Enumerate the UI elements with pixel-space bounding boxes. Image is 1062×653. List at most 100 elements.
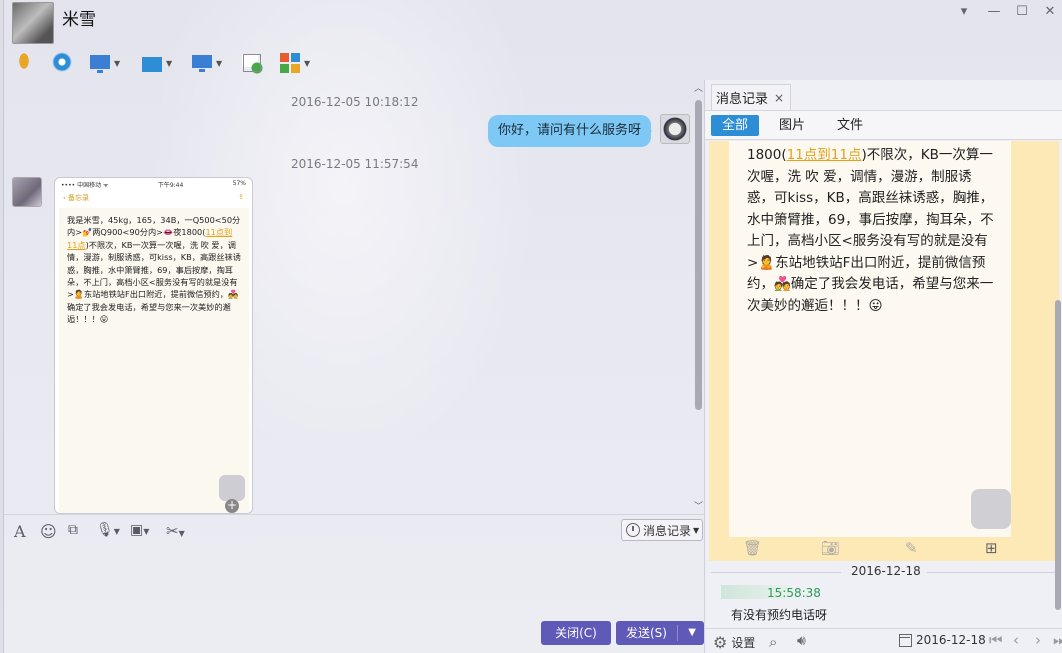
chevron-down-icon[interactable]: ▼ bbox=[304, 59, 310, 68]
notes-body: 我是米雪，45kg，165，34B，一Q500<50分内>💅两Q900<90分内… bbox=[59, 208, 249, 513]
battery-text: 57% bbox=[232, 180, 246, 187]
new-note-icon: ⊞ bbox=[985, 539, 998, 557]
next-page-icon[interactable]: › bbox=[1035, 631, 1041, 649]
minimize-button[interactable]: — bbox=[984, 4, 1004, 20]
emoji-icon[interactable]: ☺ bbox=[40, 522, 57, 541]
send-button-label: 发送(S) bbox=[626, 626, 667, 640]
title-bar: 米雪 ▾ — ☐ ✕ bbox=[4, 0, 1062, 48]
contact-avatar-small[interactable] bbox=[12, 177, 42, 207]
history-panel: 消息记录 × 全部 图片 文件 1800(11点到11点)不限次，KB一次算一次… bbox=[704, 80, 1062, 653]
assistive-touch-icon bbox=[971, 489, 1011, 529]
message-history-button[interactable]: 消息记录 ▼ bbox=[621, 519, 703, 541]
gear-icon: ⚙ bbox=[713, 633, 728, 652]
history-bottom-bar: ⚙ 设置 ⌕ 🔊︎ 2016-12-18 ⏮ ‹ › ⏭ bbox=[705, 628, 1062, 653]
history-filter-bar: 全部 图片 文件 bbox=[705, 110, 1062, 140]
tab-close-icon[interactable]: × bbox=[774, 91, 784, 105]
notes-screenshot: 1800(11点到11点)不限次，KB一次算一次喔，洗 吹 爱，调情，漫游，制服… bbox=[729, 141, 1011, 537]
divider bbox=[927, 572, 1057, 573]
font-icon[interactable]: A bbox=[14, 522, 26, 541]
close-button[interactable]: 关闭(C) bbox=[541, 621, 611, 645]
notes-nav-bar: ‹ 备忘录 ⇪ bbox=[55, 190, 252, 206]
filter-images[interactable]: 图片 bbox=[768, 115, 816, 136]
history-scrollbar-thumb[interactable] bbox=[1055, 300, 1061, 610]
message-area: 2016-12-05 10:18:12 你好，请问有什么服务呀 2016-12-… bbox=[4, 80, 704, 514]
first-page-icon[interactable]: ⏮ bbox=[989, 631, 1003, 649]
contact-avatar[interactable] bbox=[12, 2, 54, 44]
apps-button[interactable]: ▼ bbox=[278, 50, 310, 76]
screen-share-button[interactable]: ▼ bbox=[88, 50, 120, 76]
image-icon[interactable]: ▣▼ bbox=[130, 522, 149, 538]
history-image-preview[interactable]: 1800(11点到11点)不限次，KB一次算一次喔，洗 吹 爱，调情，漫游，制服… bbox=[709, 141, 1059, 561]
maximize-button[interactable]: ☐ bbox=[1012, 4, 1032, 20]
send-options-chevron-icon[interactable]: ▼ bbox=[688, 621, 696, 645]
notes-toolbar: 🗑︎ 📷︎ ✎ ⊞ bbox=[729, 537, 1011, 561]
chevron-down-icon[interactable]: ▼ bbox=[216, 59, 222, 68]
pen-icon: ✎ bbox=[905, 539, 918, 557]
notes-text: 我是米雪，45kg，165，34B，一Q500<50分内>💅两Q900<90分内… bbox=[67, 215, 241, 325]
phone-time: 下午9:44 bbox=[157, 182, 184, 189]
calendar-icon bbox=[899, 633, 912, 647]
scroll-up-icon[interactable]: ︿ bbox=[694, 84, 704, 94]
video-call-button[interactable] bbox=[50, 50, 74, 76]
date-picker-value: 2016-12-18 bbox=[916, 633, 986, 647]
phone-status-bar: •••• 中国移动 ᯤ 下午9:44 57% bbox=[55, 178, 252, 190]
message-history-label: 消息记录 bbox=[643, 523, 692, 538]
new-chat-button[interactable] bbox=[240, 50, 264, 76]
incoming-image-message[interactable]: •••• 中国移动 ᯤ 下午9:44 57% ‹ 备忘录 ⇪ 我是米雪，45kg… bbox=[54, 177, 253, 514]
trash-icon: 🗑︎ bbox=[743, 539, 763, 557]
chevron-down-icon: ▼ bbox=[693, 525, 700, 535]
contact-name[interactable]: 米雪 bbox=[62, 5, 96, 30]
tab-message-history[interactable]: 消息记录 × bbox=[711, 84, 792, 110]
search-icon[interactable]: ⌕ bbox=[769, 633, 777, 651]
date-picker[interactable]: 2016-12-18 bbox=[899, 633, 986, 647]
screenshot-frame-icon[interactable]: ⧉ bbox=[68, 522, 78, 538]
last-page-icon[interactable]: ⏭ bbox=[1053, 631, 1062, 649]
notes-back-label: ‹ 备忘录 bbox=[63, 194, 90, 202]
speaker-icon[interactable]: 🔊︎ bbox=[797, 633, 806, 649]
scissors-icon[interactable]: ✂▼ bbox=[166, 522, 185, 540]
scrollbar-thumb[interactable] bbox=[695, 100, 702, 410]
close-window-button[interactable]: ✕ bbox=[1040, 4, 1060, 20]
chat-window: 米雪 ▾ — ☐ ✕ ▼ ▼ ▼ ▼ 2016-12-05 10:18:12 你… bbox=[4, 0, 1062, 653]
tab-label: 消息记录 bbox=[716, 92, 769, 107]
divider bbox=[711, 572, 841, 573]
voice-message-icon[interactable]: 🎙︎▼ bbox=[96, 522, 120, 538]
filter-all[interactable]: 全部 bbox=[711, 115, 760, 136]
history-message-time: 15:58:38 bbox=[767, 586, 821, 600]
message-timestamp: 2016-12-05 11:57:54 bbox=[291, 157, 419, 171]
carrier-text: •••• 中国移动 ᯤ bbox=[61, 182, 109, 189]
voice-call-button[interactable] bbox=[12, 50, 36, 76]
apps-grid-icon bbox=[278, 51, 302, 75]
settings-button[interactable]: ⚙ 设置 bbox=[713, 633, 755, 652]
message-scrollbar[interactable]: ︿ ﹀ bbox=[694, 84, 704, 512]
scroll-down-icon[interactable]: ﹀ bbox=[694, 502, 704, 512]
file-transfer-button[interactable]: ▼ bbox=[140, 50, 172, 76]
window-menu-dropdown-icon[interactable]: ▾ bbox=[954, 4, 974, 20]
clock-icon bbox=[626, 523, 640, 537]
notes-text: 1800(11点到11点)不限次，KB一次算一次喔，洗 吹 爱，调情，漫游，制服… bbox=[747, 147, 998, 314]
input-toolbar: A ☺ ⧉ 🎙︎▼ ▣▼ ✂▼ 消息记录 ▼ bbox=[4, 514, 704, 546]
monitor-chart-icon bbox=[88, 51, 112, 75]
microphone-icon bbox=[12, 51, 36, 75]
history-message-text[interactable]: 有没有预约电话呀 bbox=[731, 606, 827, 623]
send-button[interactable]: 发送(S) ▼ bbox=[616, 621, 704, 645]
chat-add-icon bbox=[240, 51, 264, 75]
settings-label: 设置 bbox=[731, 636, 756, 650]
send-split-divider bbox=[677, 625, 678, 641]
filter-files[interactable]: 文件 bbox=[826, 115, 874, 136]
previous-page-icon[interactable]: ‹ bbox=[1013, 631, 1019, 649]
message-timestamp: 2016-12-05 10:18:12 bbox=[291, 95, 419, 109]
message-input[interactable] bbox=[4, 546, 704, 618]
share-icon: ⇪ bbox=[238, 193, 244, 201]
date-separator-label: 2016-12-18 bbox=[851, 564, 921, 578]
my-avatar[interactable] bbox=[660, 114, 690, 144]
chevron-down-icon[interactable]: ▼ bbox=[166, 59, 172, 68]
remote-desktop-button[interactable]: ▼ bbox=[190, 50, 222, 76]
camera-icon: 📷︎ bbox=[821, 539, 841, 557]
plus-icon: + bbox=[225, 498, 239, 513]
outgoing-message-bubble[interactable]: 你好，请问有什么服务呀 bbox=[488, 115, 653, 147]
webcam-icon bbox=[50, 51, 74, 75]
date-separator: 2016-12-18 bbox=[705, 564, 1062, 580]
chevron-down-icon[interactable]: ▼ bbox=[114, 59, 120, 68]
remote-monitor-icon bbox=[190, 51, 214, 75]
